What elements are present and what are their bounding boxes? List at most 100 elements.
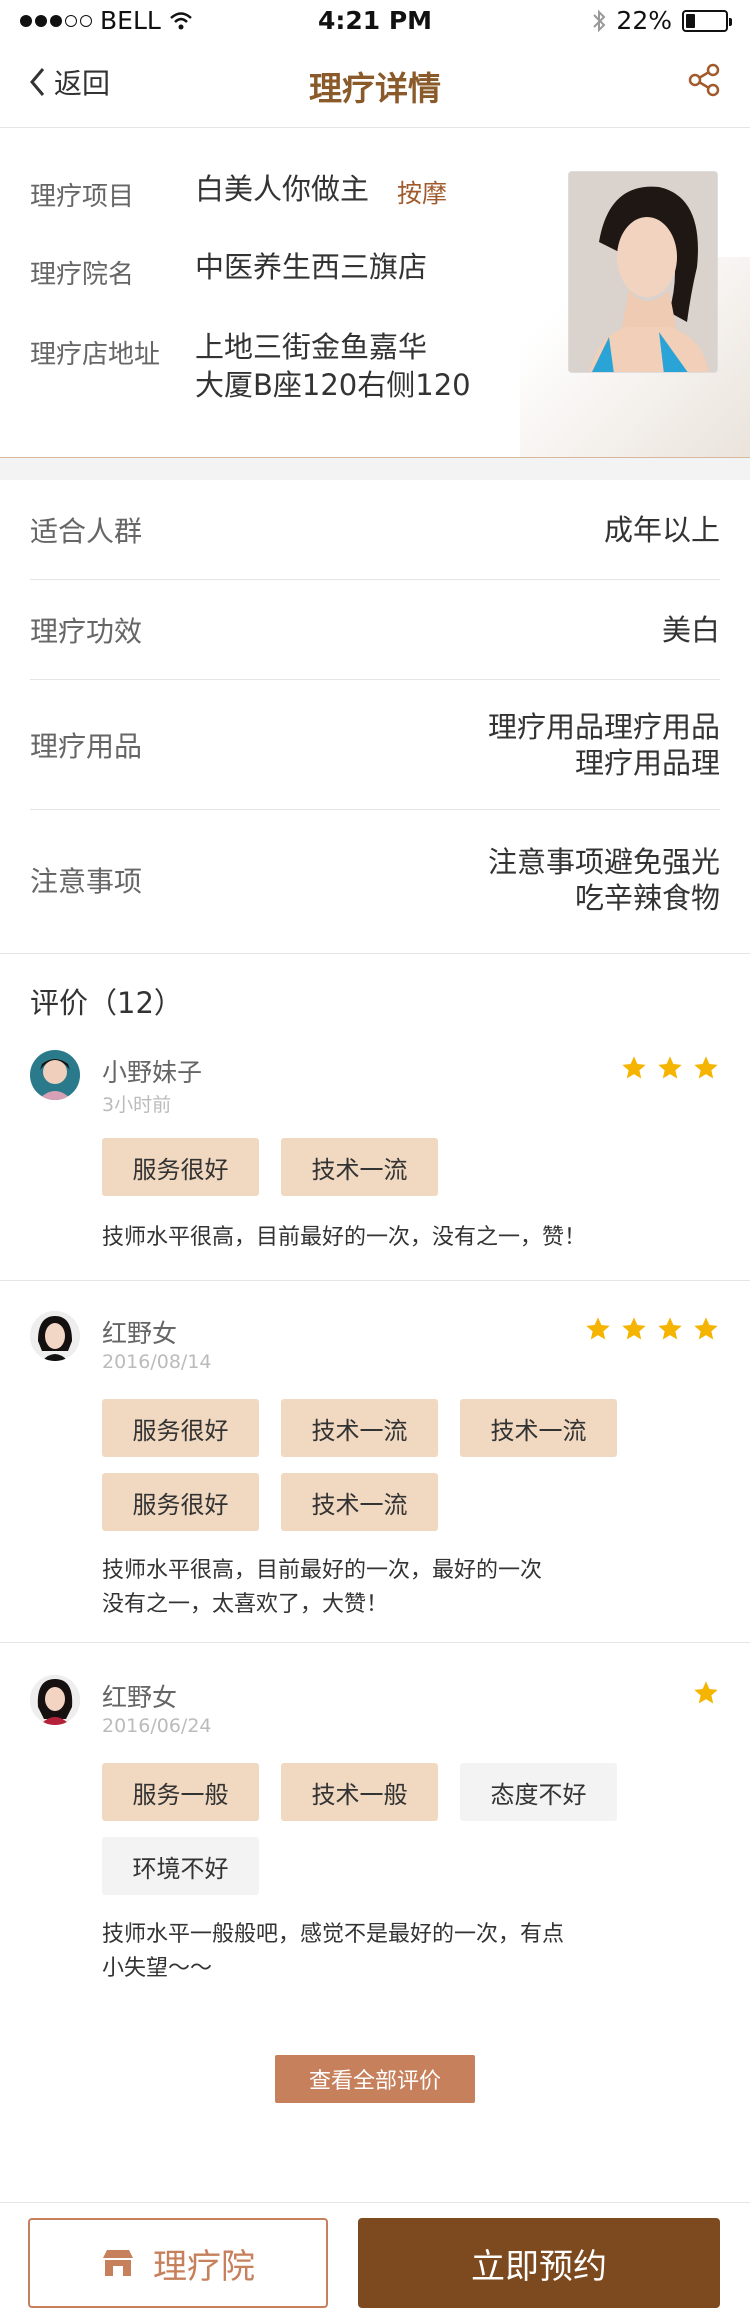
book-now-button[interactable]: 立即预约 [358, 2218, 720, 2308]
review-tags: 服务一般 技术一般 态度不好 环境不好 [102, 1763, 702, 1895]
attribute-value-line: 理疗用品理疗用品 [487, 709, 720, 744]
clinic-name: 中医养生西三旗店 [195, 250, 428, 284]
project-name: 白美人你做主 [195, 172, 370, 206]
review-tag: 技术一流 [281, 1473, 438, 1531]
review-date: 2016/06/24 [102, 1715, 212, 1737]
rating-stars [620, 1054, 720, 1082]
review-text-line: 没有之一，太喜欢了，大赞！ [102, 1592, 389, 1617]
attribute-value: 理疗用品理疗用品 理疗用品理 [488, 680, 720, 809]
rating-stars [692, 1679, 720, 1707]
star-icon [694, 1056, 718, 1079]
attribute-value-line: 吃辛辣食物 [574, 881, 720, 915]
star-icon [622, 1056, 646, 1079]
attribute-value-line: 成年以上 [603, 512, 720, 547]
address-value: 上地三街金鱼嘉华 大厦B座120右侧120 [195, 328, 471, 404]
project-row: 理疗项目 白美人你做主 按摩 [30, 170, 447, 213]
review-tag: 服务一般 [102, 1763, 259, 1821]
address-label: 理疗店地址 [30, 340, 161, 370]
page: BELL 4:21 PM 22% 返回 理疗详情 理疗项目 白美人你做主 按摩 … [0, 0, 750, 2322]
attribute-value: 成年以上 [604, 480, 720, 579]
attribute-row: 适合人群 成年以上 [30, 480, 720, 580]
review-text-line: 技师水平很高，目前最好的一次，最好的一次 [102, 1558, 543, 1583]
review-date: 3小时前 [102, 1094, 172, 1116]
project-label: 理疗项目 [30, 182, 135, 212]
reviewer-name: 小野妹子 [102, 1058, 203, 1087]
share-icon [688, 63, 720, 97]
clinic-button[interactable]: 理疗院 [28, 2218, 328, 2308]
attribute-row: 注意事项 注意事项避免强光 吃辛辣食物 [30, 810, 720, 950]
attribute-row: 理疗用品 理疗用品理疗用品 理疗用品理 [30, 680, 720, 810]
attribute-list: 适合人群 成年以上 理疗功效 美白 理疗用品 理疗用品理疗用品 理疗用品理 注意… [0, 480, 750, 950]
review-tag: 技术一般 [281, 1763, 438, 1821]
review-tag: 技术一流 [281, 1138, 438, 1196]
divider [0, 1642, 750, 1643]
bottom-bar: 理疗院 立即预约 [0, 2202, 750, 2322]
rating-stars [584, 1315, 720, 1343]
review-tag: 服务很好 [102, 1138, 259, 1196]
address-line-1: 上地三街金鱼嘉华 [195, 330, 428, 364]
divider [0, 1280, 750, 1281]
avatar [30, 1311, 80, 1361]
attribute-value: 注意事项避免强光 吃辛辣食物 [488, 810, 720, 950]
address-row: 理疗店地址 上地三街金鱼嘉华 大厦B座120右侧120 [30, 328, 471, 404]
project-tag: 按摩 [397, 179, 448, 208]
review-tag: 态度不好 [460, 1763, 617, 1821]
star-icon [622, 1317, 646, 1340]
battery-icon [682, 9, 732, 32]
view-all-reviews-button[interactable]: 查看全部评价 [275, 2055, 475, 2103]
review-text-line: 技师水平很高，目前最好的一次，没有之一，赞！ [102, 1225, 587, 1250]
divider [0, 953, 750, 954]
review-text: 技师水平很高，目前最好的一次，没有之一，赞！ [102, 1221, 672, 1255]
review-tag: 服务很好 [102, 1399, 259, 1457]
star-icon [694, 1317, 718, 1340]
nav-bar: 返回 理疗详情 [0, 42, 750, 128]
review-text: 技师水平很高，目前最好的一次，最好的一次 没有之一，太喜欢了，大赞！ [102, 1554, 672, 1622]
attribute-key: 注意事项 [30, 865, 143, 898]
attribute-value-line: 理疗用品理 [574, 745, 720, 780]
review-tag: 技术一流 [460, 1399, 617, 1457]
battery-percent: 22% [616, 6, 672, 35]
therapist-photo [568, 171, 718, 373]
page-title: 理疗详情 [309, 69, 441, 108]
review-tags: 服务很好 技术一流 [102, 1138, 702, 1196]
clinic-row: 理疗院名 中医养生西三旗店 [30, 248, 427, 291]
attribute-key: 理疗用品 [30, 729, 143, 763]
review-item: 红野女 2016/08/14 服务很好 技术一流 技术一流 服务很好 技术一流 … [0, 1306, 750, 1641]
review-tag: 技术一流 [281, 1399, 438, 1457]
attribute-value: 美白 [662, 580, 720, 679]
attribute-value-line: 注意事项避免强光 [487, 845, 720, 879]
review-item: 小野妹子 3小时前 服务很好 技术一流 技师水平很高，目前最好的一次，没有之一，… [0, 1045, 750, 1280]
avatar [30, 1050, 80, 1100]
reviewer-name: 红野女 [102, 1683, 178, 1712]
star-icon [694, 1681, 718, 1704]
review-text: 技师水平一般般吧，感觉不是最好的一次，有点 小失望～～ [102, 1918, 672, 1986]
reviews-title: 评价（12） [30, 986, 183, 1020]
star-icon [658, 1056, 682, 1079]
clinic-button-label: 理疗院 [153, 2246, 255, 2287]
clinic-label: 理疗院名 [30, 260, 135, 290]
review-tags: 服务很好 技术一流 技术一流 服务很好 技术一流 [102, 1399, 702, 1531]
section-gap [0, 458, 750, 480]
address-line-2: 大厦B座120右侧120 [195, 368, 471, 402]
review-date: 2016/08/14 [102, 1351, 212, 1373]
attribute-key: 理疗功效 [30, 614, 143, 648]
bluetooth-icon [593, 9, 606, 32]
review-tag: 服务很好 [102, 1473, 259, 1531]
share-button[interactable] [686, 62, 722, 102]
review-text-line: 技师水平一般般吧，感觉不是最好的一次，有点 [102, 1922, 565, 1947]
store-icon [103, 2250, 133, 2276]
attribute-value-line: 美白 [661, 612, 720, 647]
reviewer-name: 红野女 [102, 1319, 178, 1348]
therapy-info: 理疗项目 白美人你做主 按摩 理疗院名 中医养生西三旗店 理疗店地址 上地三街金… [0, 128, 750, 458]
portrait-image [569, 172, 717, 372]
review-item: 红野女 2016/06/24 服务一般 技术一般 态度不好 环境不好 技师水平一… [0, 1670, 750, 2000]
status-bar: BELL 4:21 PM 22% [0, 0, 750, 42]
status-right: 22% [592, 6, 732, 35]
attribute-key: 适合人群 [30, 514, 143, 548]
review-tag: 环境不好 [102, 1837, 259, 1895]
star-icon [586, 1317, 610, 1340]
star-icon [658, 1317, 682, 1340]
avatar [30, 1675, 80, 1725]
attribute-row: 理疗功效 美白 [30, 580, 720, 680]
review-text-line: 小失望～～ [102, 1956, 213, 1981]
